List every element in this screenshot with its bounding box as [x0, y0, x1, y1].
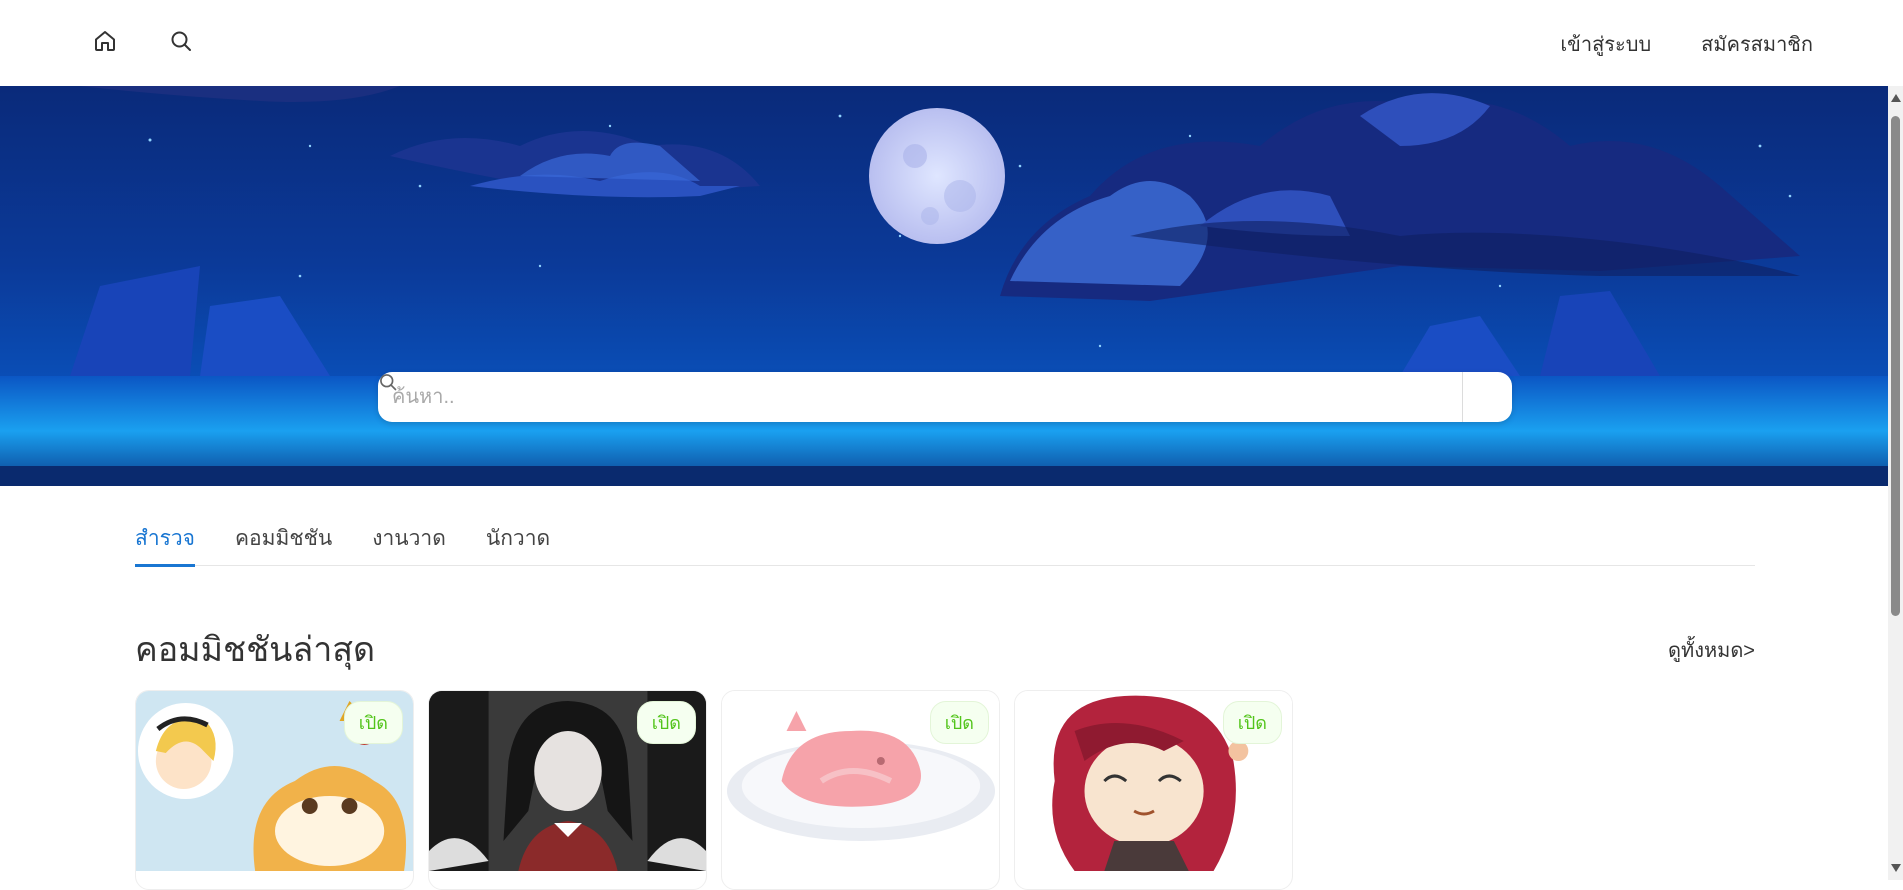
view-all-link[interactable]: ดูทั้งหมด>	[1668, 634, 1755, 666]
tab-artwork[interactable]: งานวาด	[372, 510, 446, 566]
home-icon[interactable]	[92, 28, 118, 54]
commission-card-list: เปิด เปิด เปิด เปิด	[135, 690, 1293, 890]
page-scrollbar[interactable]	[1888, 86, 1903, 880]
search-icon[interactable]	[168, 28, 194, 54]
navbar-left-icons	[92, 28, 194, 54]
navbar-right-links: เข้าสู่ระบบ สมัครสมาชิก	[1560, 28, 1813, 60]
hero-banner	[0, 86, 1888, 486]
commission-card[interactable]: เปิด	[721, 690, 1000, 890]
status-badge: เปิด	[636, 701, 696, 744]
scrollbar-thumb[interactable]	[1891, 116, 1900, 616]
status-badge: เปิด	[1222, 701, 1282, 744]
top-navbar: เข้าสู่ระบบ สมัครสมาชิก	[0, 0, 1903, 86]
section-title: คอมมิชชันล่าสุด	[135, 631, 376, 669]
status-badge: เปิด	[929, 701, 989, 744]
content-tabs: สำรวจ คอมมิชชัน งานวาด นักวาด	[135, 510, 1755, 567]
tab-artists[interactable]: นักวาด	[486, 510, 550, 566]
commission-card[interactable]: เปิด	[1014, 690, 1293, 890]
status-badge: เปิด	[343, 701, 403, 744]
tab-explore[interactable]: สำรวจ	[135, 510, 195, 567]
scroll-up-arrow-icon[interactable]	[1891, 94, 1901, 102]
search-icon	[380, 374, 397, 391]
night-sky-illustration	[0, 86, 1888, 486]
tab-commission[interactable]: คอมมิชชัน	[235, 510, 332, 566]
hero-search-bar	[378, 372, 1512, 422]
scroll-down-arrow-icon[interactable]	[1891, 864, 1901, 872]
login-link[interactable]: เข้าสู่ระบบ	[1560, 28, 1651, 60]
register-link[interactable]: สมัครสมาชิก	[1701, 28, 1813, 60]
commission-card[interactable]: เปิด	[135, 690, 414, 890]
commission-card[interactable]: เปิด	[428, 690, 707, 890]
hero-search-input[interactable]	[378, 372, 1462, 422]
hero-search-button[interactable]	[380, 372, 1512, 422]
